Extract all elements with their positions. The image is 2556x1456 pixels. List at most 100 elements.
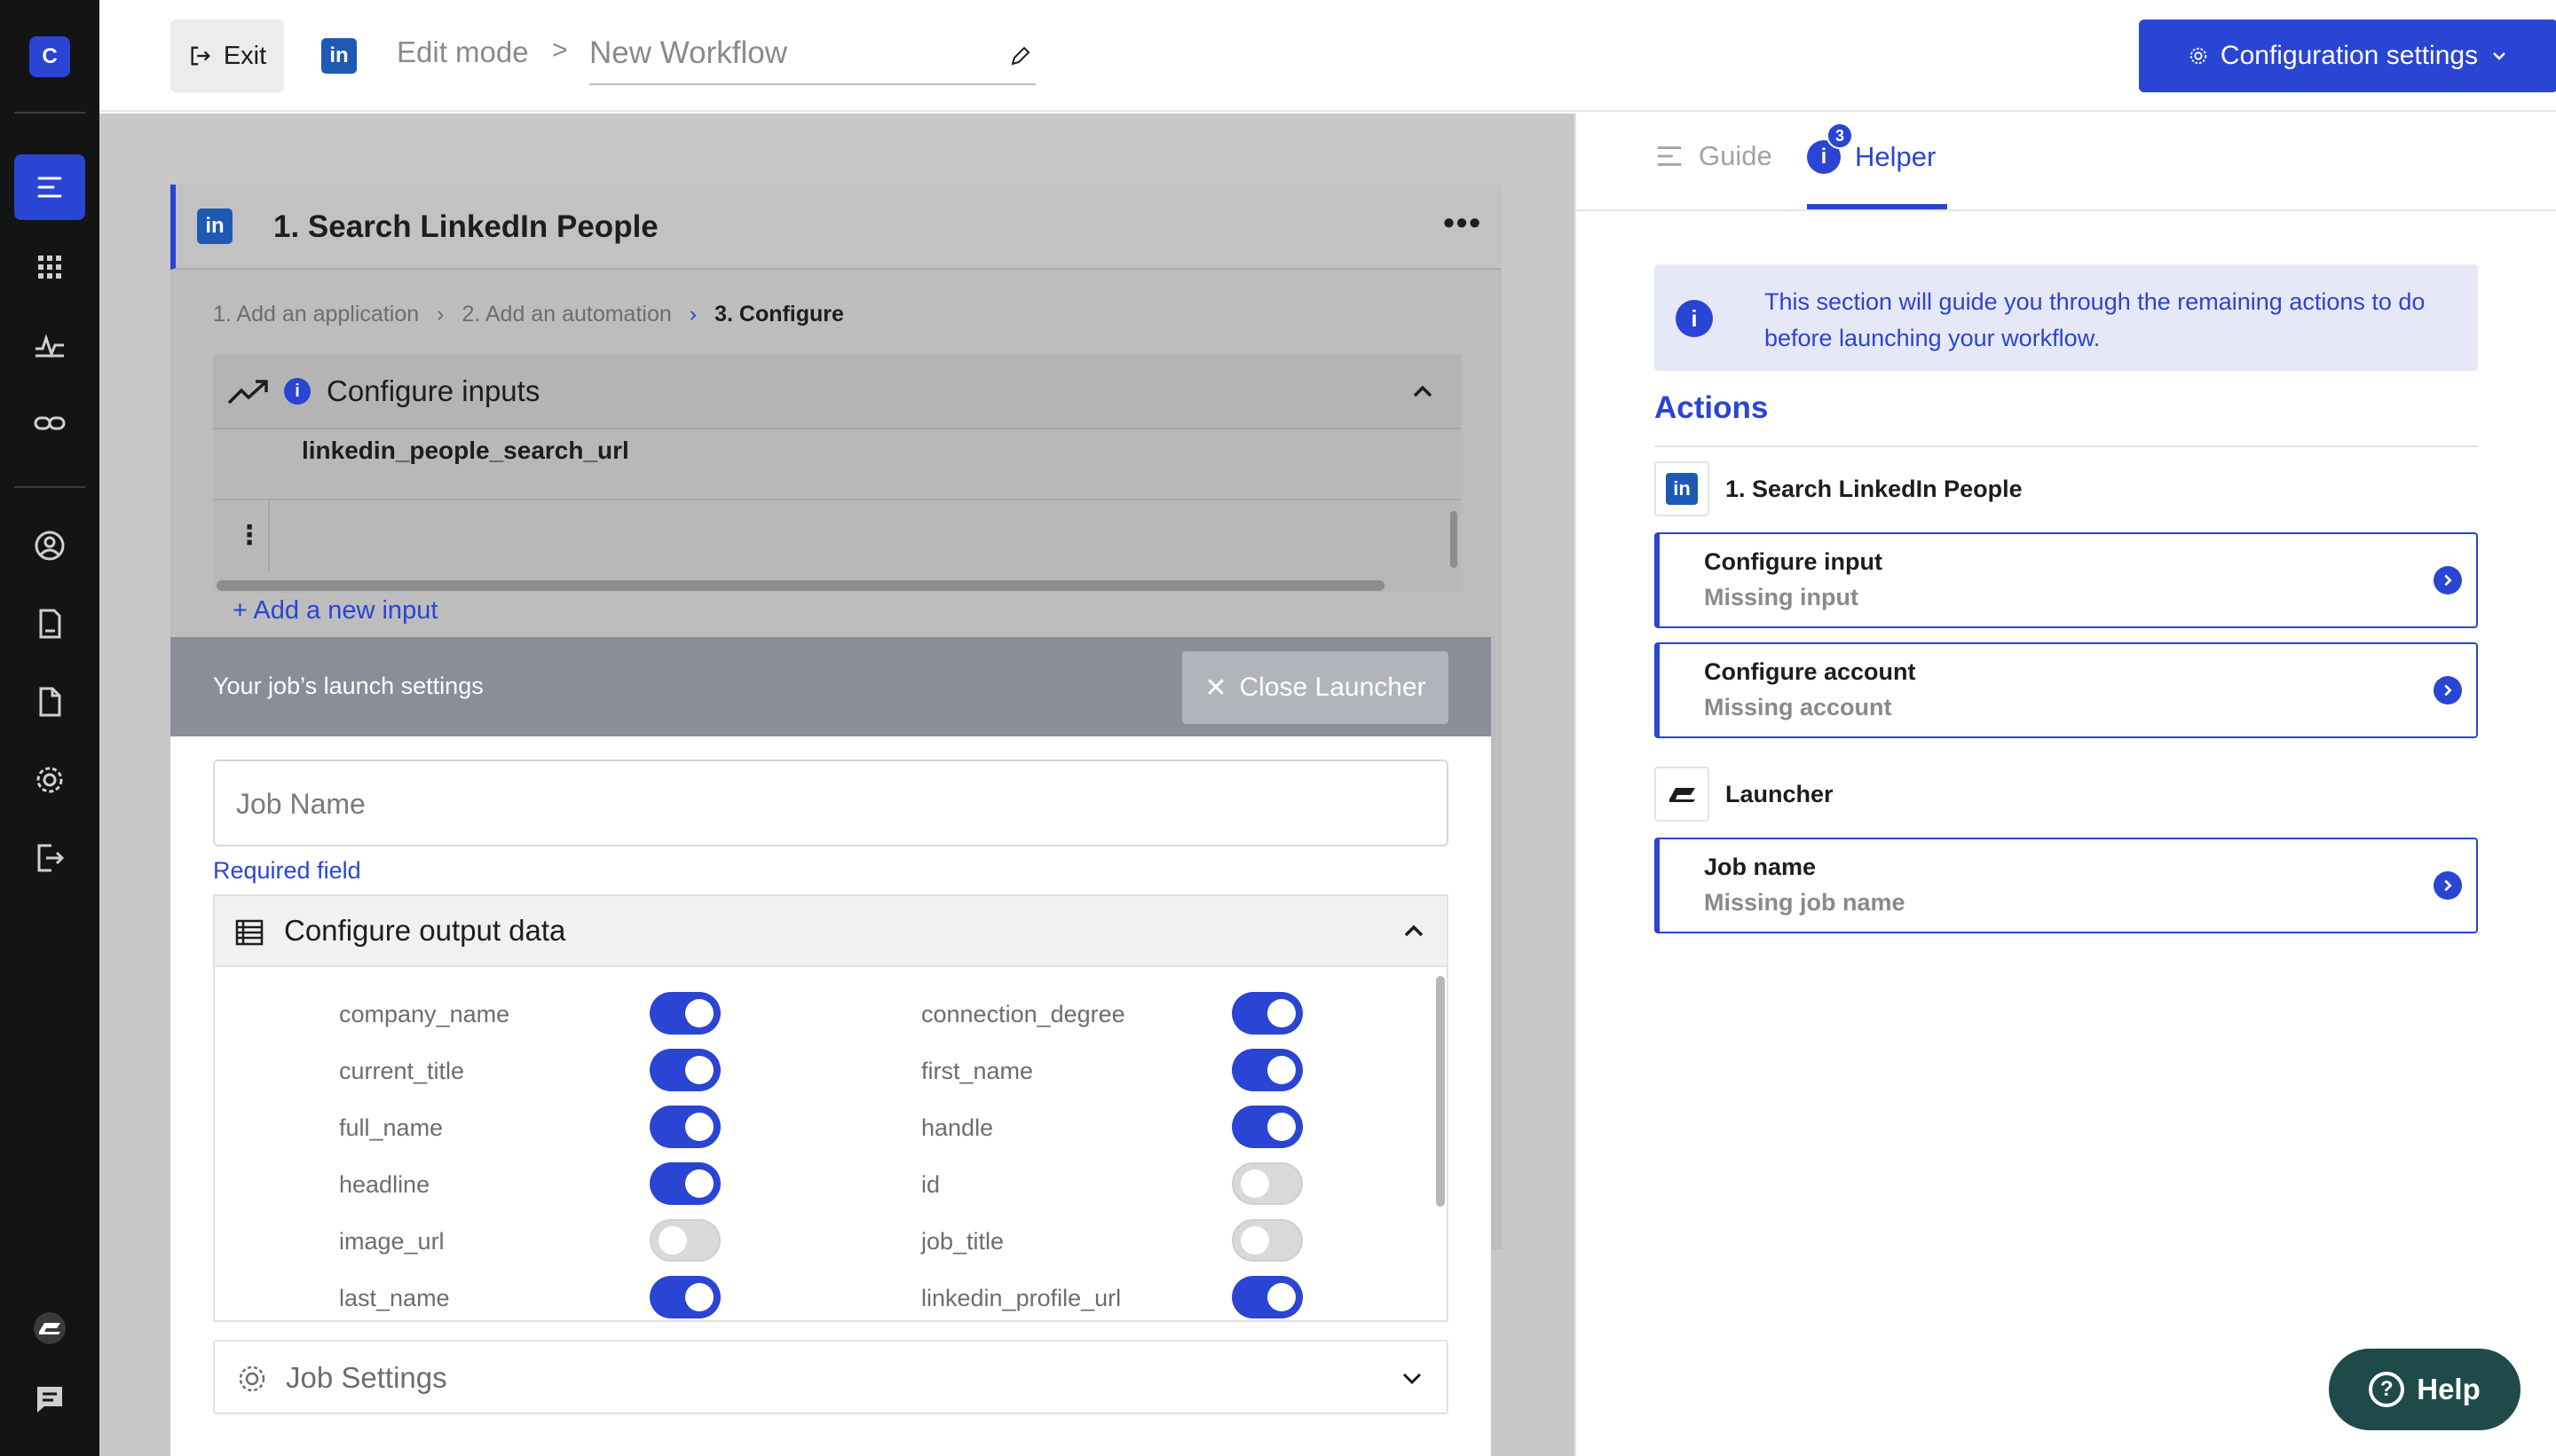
top-bar: Exit in Edit mode > New Workflow Configu…: [99, 0, 2556, 112]
chevron-right-icon[interactable]: [2434, 566, 2462, 594]
rail-item-files[interactable]: [14, 669, 85, 735]
question-icon: ?: [2369, 1372, 2405, 1407]
helper-notice-text: This section will guide you through the …: [1764, 288, 2426, 351]
rail-item-workflows[interactable]: [14, 154, 85, 220]
output-field-toggle[interactable]: [650, 1049, 721, 1091]
chevron-right-icon: ›: [689, 302, 698, 327]
output-field-label: full_name: [339, 1114, 444, 1141]
document-icon: [39, 609, 61, 639]
chevron-right-icon[interactable]: [2434, 676, 2462, 704]
chevron-right-icon[interactable]: [2434, 871, 2462, 900]
action-card-configure-account[interactable]: Configure account Missing account: [1654, 642, 2478, 738]
info-icon[interactable]: i: [284, 378, 311, 405]
action-card-subtitle: Missing job name: [1704, 889, 1905, 916]
output-field-label: last_name: [339, 1285, 450, 1311]
output-field-toggle[interactable]: [650, 1276, 721, 1318]
rail-item-apps[interactable]: [14, 234, 85, 300]
required-field-hint: Required field: [213, 857, 361, 884]
output-field-toggle[interactable]: [1232, 1049, 1303, 1091]
action-card-title: Job name: [1704, 854, 1817, 880]
action-group-title: 1. Search LinkedIn People: [1725, 475, 2023, 502]
horizontal-scrollbar[interactable]: [217, 580, 1384, 591]
automation-card-title: 1. Search LinkedIn People: [273, 209, 659, 244]
rail-item-integrations[interactable]: [14, 390, 85, 456]
vertical-scrollbar[interactable]: [1450, 511, 1457, 568]
logout-icon: [37, 844, 65, 872]
output-field-toggle[interactable]: [1232, 992, 1303, 1035]
output-scrollbar[interactable]: [1436, 976, 1445, 1207]
automation-card-header[interactable]: in 1. Search LinkedIn People •••: [170, 185, 1502, 270]
add-new-input-link[interactable]: + Add a new input: [233, 596, 438, 626]
job-settings-label: Job Settings: [286, 1361, 447, 1394]
rail-item-activity[interactable]: [14, 312, 85, 378]
output-field-toggle[interactable]: [1232, 1276, 1303, 1318]
chevron-down-icon: [2493, 52, 2505, 60]
config-steps: 1. Add an application › 2. Add an automa…: [213, 302, 844, 327]
rail-item-settings[interactable]: [14, 747, 85, 813]
rail-item-profile[interactable]: [14, 513, 85, 578]
output-field-toggle[interactable]: [1232, 1106, 1303, 1148]
workflow-name-field[interactable]: New Workflow: [589, 27, 1036, 85]
rail-item-brand[interactable]: [14, 1295, 85, 1361]
close-launcher-button[interactable]: ✕ Close Launcher: [1182, 651, 1448, 724]
rail-item-documents[interactable]: [14, 591, 85, 657]
workspace-logo[interactable]: C: [29, 36, 70, 77]
action-group-title: Launcher: [1725, 780, 1834, 807]
left-rail: C: [0, 0, 99, 1456]
output-field-toggle[interactable]: [1232, 1219, 1303, 1262]
output-field-label: id: [921, 1171, 941, 1198]
tab-guide[interactable]: Guide: [1654, 140, 1772, 172]
rail-item-chat[interactable]: [14, 1366, 85, 1432]
chat-icon: [37, 1387, 62, 1413]
row-menu-icon[interactable]: ⋮: [236, 520, 263, 551]
output-field-toggle[interactable]: [650, 1219, 721, 1262]
chevron-up-icon[interactable]: [1409, 378, 1436, 405]
active-tab-indicator: [1807, 204, 1947, 209]
pencil-icon[interactable]: [1007, 44, 1032, 69]
actions-heading: Actions: [1654, 390, 1769, 425]
rail-divider: [14, 486, 85, 488]
step-configure[interactable]: 3. Configure: [714, 302, 844, 327]
actions-divider: [1654, 445, 2478, 447]
action-card-title: Configure account: [1704, 658, 1916, 685]
chevron-up-icon[interactable]: [1400, 917, 1427, 944]
configure-output-header[interactable]: Configure output data: [215, 896, 1447, 967]
help-button[interactable]: ? Help: [2329, 1349, 2520, 1430]
job-settings-section[interactable]: Job Settings: [213, 1340, 1448, 1414]
configuration-settings-button[interactable]: Configuration settings: [2139, 20, 2556, 92]
output-field-label: current_title: [339, 1058, 465, 1084]
info-icon: i: [1676, 300, 1713, 337]
helper-panel: Guide i 3 Helper i This section will gui…: [1574, 114, 2556, 1456]
output-field-label: connection_degree: [921, 1001, 1125, 1027]
edit-mode-label: Edit mode: [397, 35, 529, 68]
file-icon: [39, 687, 61, 717]
step-add-application[interactable]: 1. Add an application: [213, 302, 419, 327]
action-card-job-name[interactable]: Job name Missing job name: [1654, 838, 2478, 933]
output-field-toggle[interactable]: [650, 992, 721, 1035]
rail-item-logout[interactable]: [14, 825, 85, 891]
configure-inputs-header[interactable]: i Configure inputs: [213, 355, 1461, 429]
grid-icon: [38, 256, 61, 279]
output-field-toggle[interactable]: [1232, 1162, 1303, 1205]
step-add-automation[interactable]: 2. Add an automation: [462, 302, 671, 327]
configuration-settings-label: Configuration settings: [2220, 41, 2479, 70]
brand-mark-icon: [34, 1312, 66, 1344]
action-card-title: Configure input: [1704, 548, 1882, 575]
action-card-configure-input[interactable]: Configure input Missing input: [1654, 532, 2478, 628]
chevron-down-icon[interactable]: [1399, 1365, 1425, 1391]
linkedin-icon: in: [321, 38, 357, 74]
output-field-label: linkedin_profile_url: [921, 1285, 1122, 1311]
output-field-toggle[interactable]: [650, 1162, 721, 1205]
exit-button[interactable]: Exit: [170, 20, 284, 92]
job-name-input[interactable]: Job Name: [213, 759, 1448, 846]
more-options-icon[interactable]: •••: [1443, 204, 1482, 241]
chevron-right-icon: ›: [437, 302, 445, 327]
exit-label: Exit: [223, 41, 267, 70]
launcher-header: Your job’s launch settings ✕ Close Launc…: [170, 637, 1491, 736]
list-icon: [1657, 146, 1682, 166]
input-row[interactable]: ⋮: [213, 499, 1461, 571]
output-field-toggle[interactable]: [650, 1106, 721, 1148]
helper-notice: i This section will guide you through th…: [1654, 264, 2478, 371]
tab-helper[interactable]: i 3 Helper: [1807, 122, 1936, 174]
exit-icon: [191, 46, 210, 66]
